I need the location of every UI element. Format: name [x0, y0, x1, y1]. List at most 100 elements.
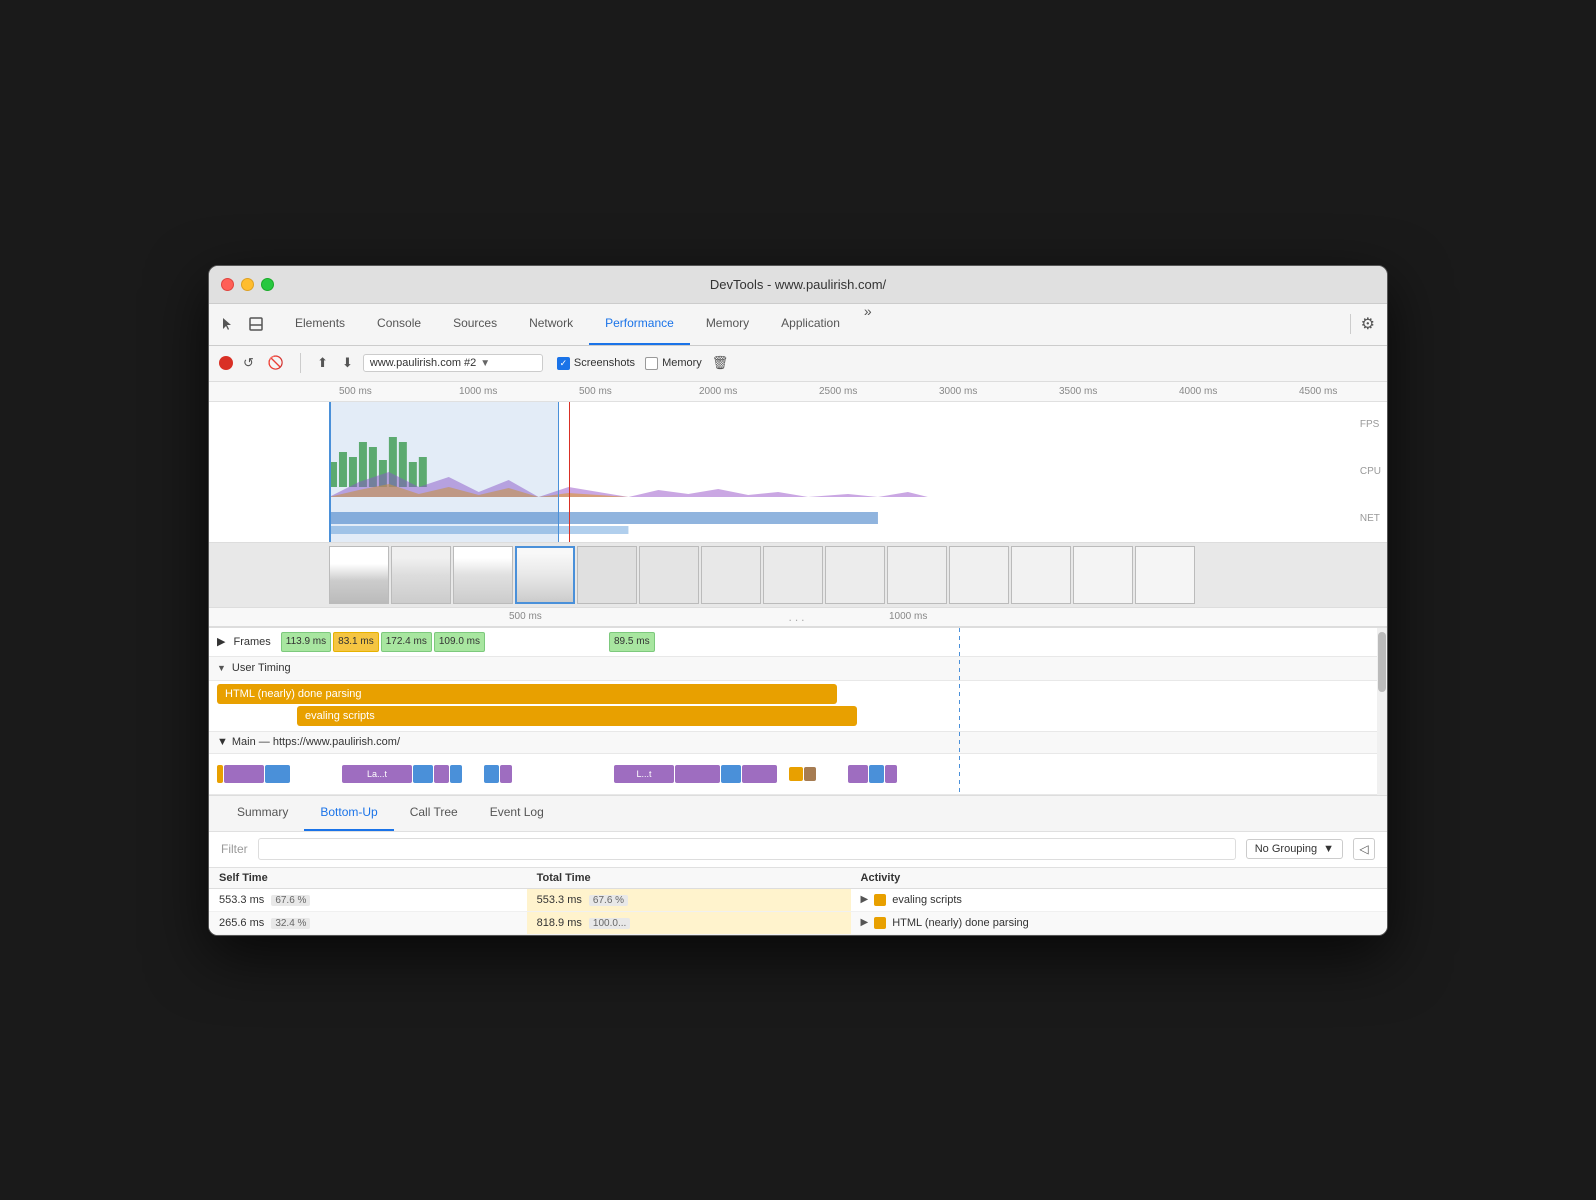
timeline-selection[interactable]	[329, 402, 559, 542]
ruler-1000: 1000 ms	[459, 386, 497, 397]
flame-blue-6	[869, 765, 884, 783]
filter-input[interactable]	[258, 838, 1236, 860]
total-pct-1: 67.6 %	[589, 895, 628, 906]
more-tabs-button[interactable]: »	[856, 303, 880, 345]
tab-summary[interactable]: Summary	[221, 795, 304, 831]
expand-arrow-2[interactable]: ▶	[861, 917, 869, 928]
screenshot-thumb-13	[1073, 546, 1133, 604]
recordbar: ↺ 🚫 ⬆ ⬇ www.paulirish.com #2 ▼ ✓ Screens…	[209, 346, 1387, 382]
fps-chart-area: FPS CPU NET	[209, 402, 1387, 542]
screenshot-thumb-6	[639, 546, 699, 604]
flame-purple-3	[434, 765, 449, 783]
ruler-3500: 3500 ms	[1059, 386, 1097, 397]
screenshot-thumb-10	[887, 546, 947, 604]
activity-icon-2	[874, 917, 886, 929]
flame-purple-6	[675, 765, 720, 783]
expand-arrow-1[interactable]: ▶	[861, 894, 869, 905]
memory-checkbox-icon	[645, 357, 658, 370]
checkbox-group: ✓ Screenshots Memory	[557, 357, 702, 370]
window-title: DevTools - www.paulirish.com/	[710, 277, 886, 292]
download-button[interactable]: ⬇	[338, 353, 357, 373]
timeline-ruler: 500 ms 1000 ms 500 ms 2000 ms 2500 ms 30…	[209, 382, 1387, 402]
tab-bottom-up[interactable]: Bottom-Up	[304, 795, 393, 831]
screenshot-thumb-3	[453, 546, 513, 604]
total-pct-2: 100.0...	[589, 918, 630, 929]
flame-blue-4	[484, 765, 499, 783]
collapse-button[interactable]: ◁	[1353, 838, 1375, 860]
tab-elements[interactable]: Elements	[279, 303, 361, 345]
flame-blue-1	[265, 765, 290, 783]
url-value: www.paulirish.com #2	[370, 357, 476, 369]
col-activity[interactable]: Activity	[851, 868, 1387, 889]
main-thread-toggle: ▼	[217, 736, 228, 748]
main-thread-header[interactable]: ▼ Main — https://www.paulirish.com/	[209, 732, 1387, 754]
frames-section: ▶ Frames 113.9 ms 83.1 ms 172.4 ms 109.0…	[209, 628, 1387, 657]
minimize-button[interactable]	[241, 278, 254, 291]
frame-block-3: 172.4 ms	[381, 632, 432, 652]
filter-row: Filter No Grouping ▼ ◁	[209, 832, 1387, 868]
toolbar-right: ⚙	[1357, 310, 1379, 338]
col-self-time[interactable]: Self Time	[209, 868, 527, 889]
memory-label: Memory	[662, 357, 702, 369]
user-timing-header[interactable]: ▼ User Timing	[209, 657, 1387, 681]
grouping-select[interactable]: No Grouping ▼	[1246, 839, 1343, 859]
flame-blue-5	[721, 765, 741, 783]
ruler-2000: 2000 ms	[699, 386, 737, 397]
table-row: 553.3 ms 67.6 % 553.3 ms 67.6 % ▶ evalin…	[209, 888, 1387, 911]
reload-button[interactable]: ↺	[239, 353, 258, 373]
frames-row: ▶ Frames 113.9 ms 83.1 ms 172.4 ms 109.0…	[209, 628, 1387, 656]
chart-side-labels: FPS CPU NET	[1360, 402, 1381, 542]
cpu-label: CPU	[1360, 466, 1381, 477]
table-row: 265.6 ms 32.4 % 818.9 ms 100.0... ▶ HTML…	[209, 911, 1387, 934]
main-thread-label: Main — https://www.paulirish.com/	[232, 736, 400, 748]
screenshot-thumb-5	[577, 546, 637, 604]
timeline-cursor	[569, 402, 570, 542]
ruler-500: 500 ms	[339, 386, 372, 397]
timing-bar-evaling: evaling scripts	[297, 706, 857, 726]
frames-toggle[interactable]: ▶	[217, 635, 225, 648]
screenshots-checkbox[interactable]: ✓ Screenshots	[557, 357, 635, 370]
flame-purple-2: La...t	[342, 765, 412, 783]
tab-performance[interactable]: Performance	[589, 303, 690, 345]
net-label: NET	[1360, 513, 1381, 524]
trash-button[interactable]: 🗑	[708, 353, 733, 373]
flame-brown-1	[804, 767, 816, 781]
devtools-window: DevTools - www.paulirish.com/ Elements C…	[208, 265, 1388, 936]
ruler-4500: 4500 ms	[1299, 386, 1337, 397]
grouping-label: No Grouping	[1255, 843, 1317, 855]
dock-icon[interactable]	[245, 313, 267, 335]
url-selector[interactable]: www.paulirish.com #2 ▼	[363, 354, 543, 372]
cursor-icon[interactable]	[217, 313, 239, 335]
self-time-1: 553.3 ms 67.6 %	[209, 888, 527, 911]
upload-button[interactable]: ⬆	[313, 353, 332, 373]
tab-console[interactable]: Console	[361, 303, 437, 345]
settings-icon[interactable]: ⚙	[1357, 310, 1379, 338]
flame-yellow-1	[217, 765, 223, 783]
screenshot-thumb-11	[949, 546, 1009, 604]
record-button[interactable]	[219, 356, 233, 370]
maximize-button[interactable]	[261, 278, 274, 291]
screenshot-thumb-14	[1135, 546, 1195, 604]
main-toolbar: Elements Console Sources Network Perform…	[209, 304, 1387, 346]
flame-purple-9	[885, 765, 897, 783]
close-button[interactable]	[221, 278, 234, 291]
flame-scrollbar[interactable]	[1377, 628, 1387, 795]
flame-purple-5: L...t	[614, 765, 674, 783]
tab-application[interactable]: Application	[765, 303, 856, 345]
timing-bar-html: HTML (nearly) done parsing	[217, 684, 837, 704]
clear-button[interactable]: 🚫	[264, 353, 288, 373]
col-total-time[interactable]: Total Time	[527, 868, 851, 889]
frame-block-1: 113.9 ms	[281, 632, 331, 652]
main-flame-row: La...t L...t	[209, 754, 1387, 794]
tab-call-tree[interactable]: Call Tree	[394, 795, 474, 831]
tab-sources[interactable]: Sources	[437, 303, 513, 345]
tab-memory[interactable]: Memory	[690, 303, 765, 345]
bottom-ruler-1000: 1000 ms	[889, 611, 927, 622]
self-pct-1: 67.6 %	[271, 895, 310, 906]
user-timing-rows: HTML (nearly) done parsing evaling scrip…	[209, 681, 1387, 731]
tab-event-log[interactable]: Event Log	[474, 795, 560, 831]
memory-checkbox[interactable]: Memory	[645, 357, 702, 370]
tab-network[interactable]: Network	[513, 303, 589, 345]
flame-blue-3	[450, 765, 462, 783]
table-header-row: Self Time Total Time Activity	[209, 868, 1387, 889]
